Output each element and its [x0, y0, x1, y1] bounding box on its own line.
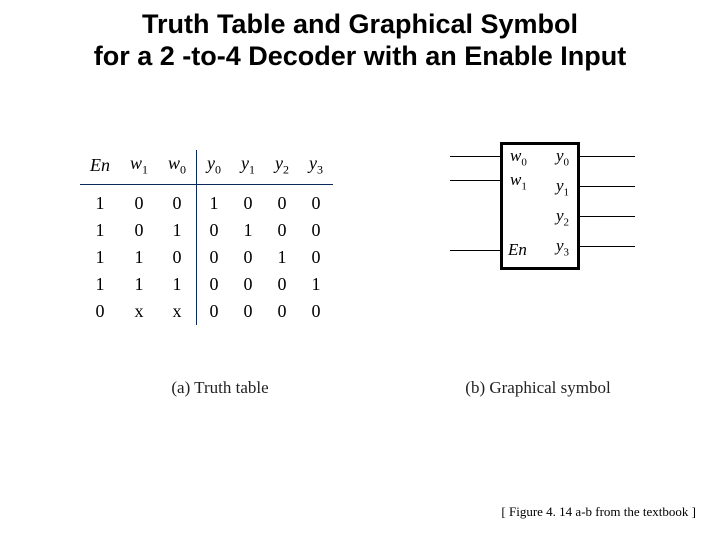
wire-w1 — [450, 180, 500, 181]
label-w1: w1 — [510, 170, 527, 192]
col-En: En — [80, 150, 120, 184]
col-w0: w0 — [158, 150, 197, 184]
label-en: En — [508, 240, 527, 260]
wire-y0 — [580, 156, 635, 157]
col-w1: w1 — [120, 150, 158, 184]
table-row: 1 1 0 0 0 1 0 — [80, 244, 333, 271]
figure-source-note: [ Figure 4. 14 a-b from the textbook ] — [501, 504, 696, 520]
page-title: Truth Table and Graphical Symbol for a 2… — [0, 0, 720, 73]
table-row: 1 1 1 0 0 0 1 — [80, 271, 333, 298]
wire-y1 — [580, 186, 635, 187]
wire-y3 — [580, 246, 635, 247]
col-y3: y3 — [299, 150, 333, 184]
label-y0: y0 — [556, 146, 569, 168]
truth-table-grid: En w1 w0 y0 y1 y2 y3 1 0 0 1 0 0 0 1 0 1 — [80, 150, 333, 325]
table-row: 1 0 1 0 1 0 0 — [80, 217, 333, 244]
truth-table-caption: (a) Truth table — [100, 378, 340, 398]
label-y2: y2 — [556, 206, 569, 228]
col-y0: y0 — [197, 150, 232, 184]
label-y3: y3 — [556, 236, 569, 258]
graphical-symbol-caption: (b) Graphical symbol — [408, 378, 668, 398]
wire-y2 — [580, 216, 635, 217]
wire-w0 — [450, 156, 500, 157]
label-y1: y1 — [556, 176, 569, 198]
col-y1: y1 — [231, 150, 265, 184]
title-line-1: Truth Table and Graphical Symbol — [0, 8, 720, 40]
table-header-row: En w1 w0 y0 y1 y2 y3 — [80, 150, 333, 184]
label-w0: w0 — [510, 146, 527, 168]
title-line-2: for a 2 -to-4 Decoder with an Enable Inp… — [0, 40, 720, 72]
table-row: 1 0 0 1 0 0 0 — [80, 184, 333, 217]
table-row: 0 x x 0 0 0 0 — [80, 298, 333, 325]
wire-en — [450, 250, 500, 251]
col-y2: y2 — [265, 150, 299, 184]
truth-table: En w1 w0 y0 y1 y2 y3 1 0 0 1 0 0 0 1 0 1 — [80, 150, 333, 325]
